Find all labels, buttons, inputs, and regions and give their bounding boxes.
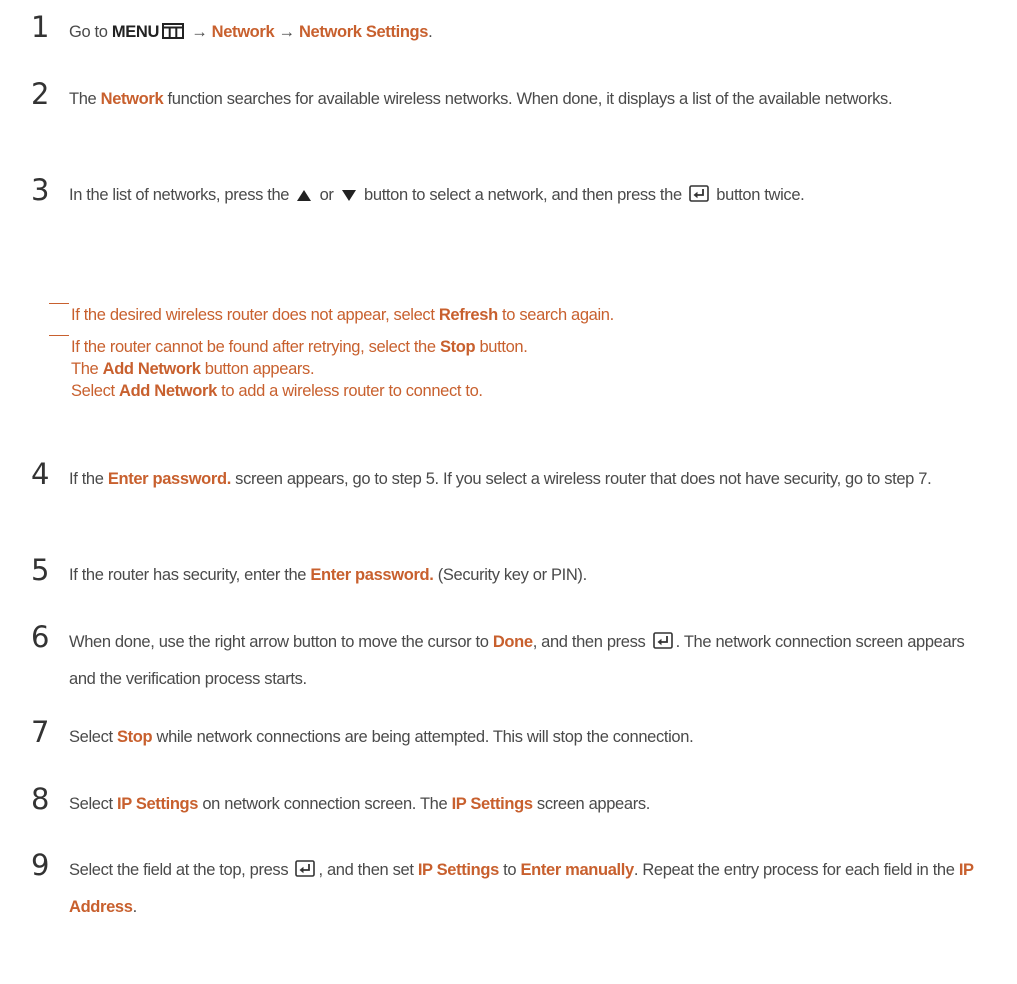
step-number: 5 — [31, 553, 50, 587]
enter-icon — [295, 860, 316, 877]
highlighted-term: Add Network — [119, 382, 217, 400]
text-run: to — [498, 861, 521, 879]
step-number: 1 — [31, 10, 50, 44]
highlighted-term: Enter password. — [310, 566, 434, 584]
step-number: 2 — [31, 77, 50, 111]
up-triangle-icon — [297, 190, 312, 201]
menu-grid-icon — [162, 23, 185, 39]
text-run: screen appears. — [532, 795, 650, 813]
step-number: 4 — [31, 457, 50, 491]
instruction-page: 1 Go to MENU → Network → Network Setting… — [0, 0, 1017, 984]
text-run: , and then press — [532, 633, 650, 651]
note-refresh: If the desired wireless router does not … — [49, 303, 989, 326]
text-run: (Security key or PIN). — [433, 566, 587, 584]
text-run: When done, use the right arrow button to… — [69, 633, 493, 651]
highlighted-term: Add Network — [102, 360, 201, 378]
highlighted-term: Enter password. — [107, 470, 231, 488]
step-number: 8 — [31, 782, 50, 816]
step-number: 9 — [31, 848, 50, 882]
text-run: If the desired wireless router does not … — [71, 306, 439, 324]
text-run: Select the field at the top, press — [69, 861, 293, 879]
enter-icon — [689, 185, 709, 202]
step-text: Go to MENU → Network → Network Settings. — [69, 14, 989, 51]
step-text: The Network function searches for availa… — [69, 81, 989, 118]
highlighted-term: Network Settings — [298, 23, 429, 41]
text-run: button to select a network, and then pre… — [359, 186, 687, 204]
note-stop: If the router cannot be found after retr… — [49, 335, 989, 402]
text-run: button. — [475, 338, 528, 356]
text-run: → — [274, 23, 299, 41]
text-run: button appears. — [200, 360, 315, 378]
text-run: → — [187, 23, 212, 41]
highlighted-term: Network — [100, 90, 164, 108]
down-triangle-icon — [341, 190, 356, 201]
note-line: The Add Network button appears. — [49, 358, 989, 380]
step-text: Select the field at the top, press , and… — [69, 852, 989, 926]
text-run: If the router cannot be found after retr… — [71, 338, 440, 356]
highlighted-term: Stop — [117, 728, 153, 746]
note-line: Select Add Network to add a wireless rou… — [49, 380, 989, 402]
step-text: In the list of networks, press the or bu… — [69, 177, 989, 214]
highlighted-term: IP Settings — [417, 861, 499, 879]
highlighted-term: Refresh — [438, 306, 498, 324]
text-run: Go to — [69, 23, 112, 41]
text-run: to add a wireless router to connect to. — [216, 382, 483, 400]
highlighted-term: Network — [211, 23, 275, 41]
step-text: If the router has security, enter the En… — [69, 557, 989, 594]
note-dash-icon — [49, 335, 69, 336]
highlighted-term: Done — [492, 633, 533, 651]
text-run: The — [69, 90, 101, 108]
text-run: Select — [69, 795, 117, 813]
text-run: while network connections are being atte… — [152, 728, 694, 746]
text-run: to search again. — [497, 306, 614, 324]
text-run: Select — [71, 382, 119, 400]
text-run: In the list of networks, press the — [69, 186, 294, 204]
text-run: Select — [69, 728, 117, 746]
text-run: If the router has security, enter the — [69, 566, 311, 584]
text-run: screen appears, go to step 5. If you sel… — [230, 470, 932, 488]
text-run: , and then set — [318, 861, 418, 879]
text-run: . Repeat the entry process for each fiel… — [633, 861, 959, 879]
step-text: When done, use the right arrow button to… — [69, 624, 989, 698]
step-number: 3 — [31, 173, 50, 207]
step-text: If the Enter password. screen appears, g… — [69, 461, 989, 498]
highlighted-term: IP Settings — [451, 795, 533, 813]
text-run: . — [132, 898, 138, 916]
highlighted-term: Enter manually — [520, 861, 634, 879]
note-dash-icon — [49, 303, 69, 304]
highlighted-term: Stop — [439, 338, 476, 356]
text-run: on network connection screen. The — [198, 795, 452, 813]
enter-icon — [652, 632, 673, 649]
text-run: . — [428, 23, 433, 41]
text-run: function searches for available wireless… — [163, 90, 893, 108]
text-run: or — [315, 186, 338, 204]
menu-label: MENU — [111, 23, 160, 41]
step-number: 6 — [31, 620, 50, 654]
text-run: button twice. — [712, 186, 805, 204]
text-run: If the — [69, 470, 108, 488]
step-number: 7 — [31, 715, 50, 749]
step-text: Select IP Settings on network connection… — [69, 786, 989, 823]
highlighted-term: IP Settings — [117, 795, 199, 813]
step-text: Select Stop while network connections ar… — [69, 719, 989, 756]
text-run: The — [71, 360, 103, 378]
